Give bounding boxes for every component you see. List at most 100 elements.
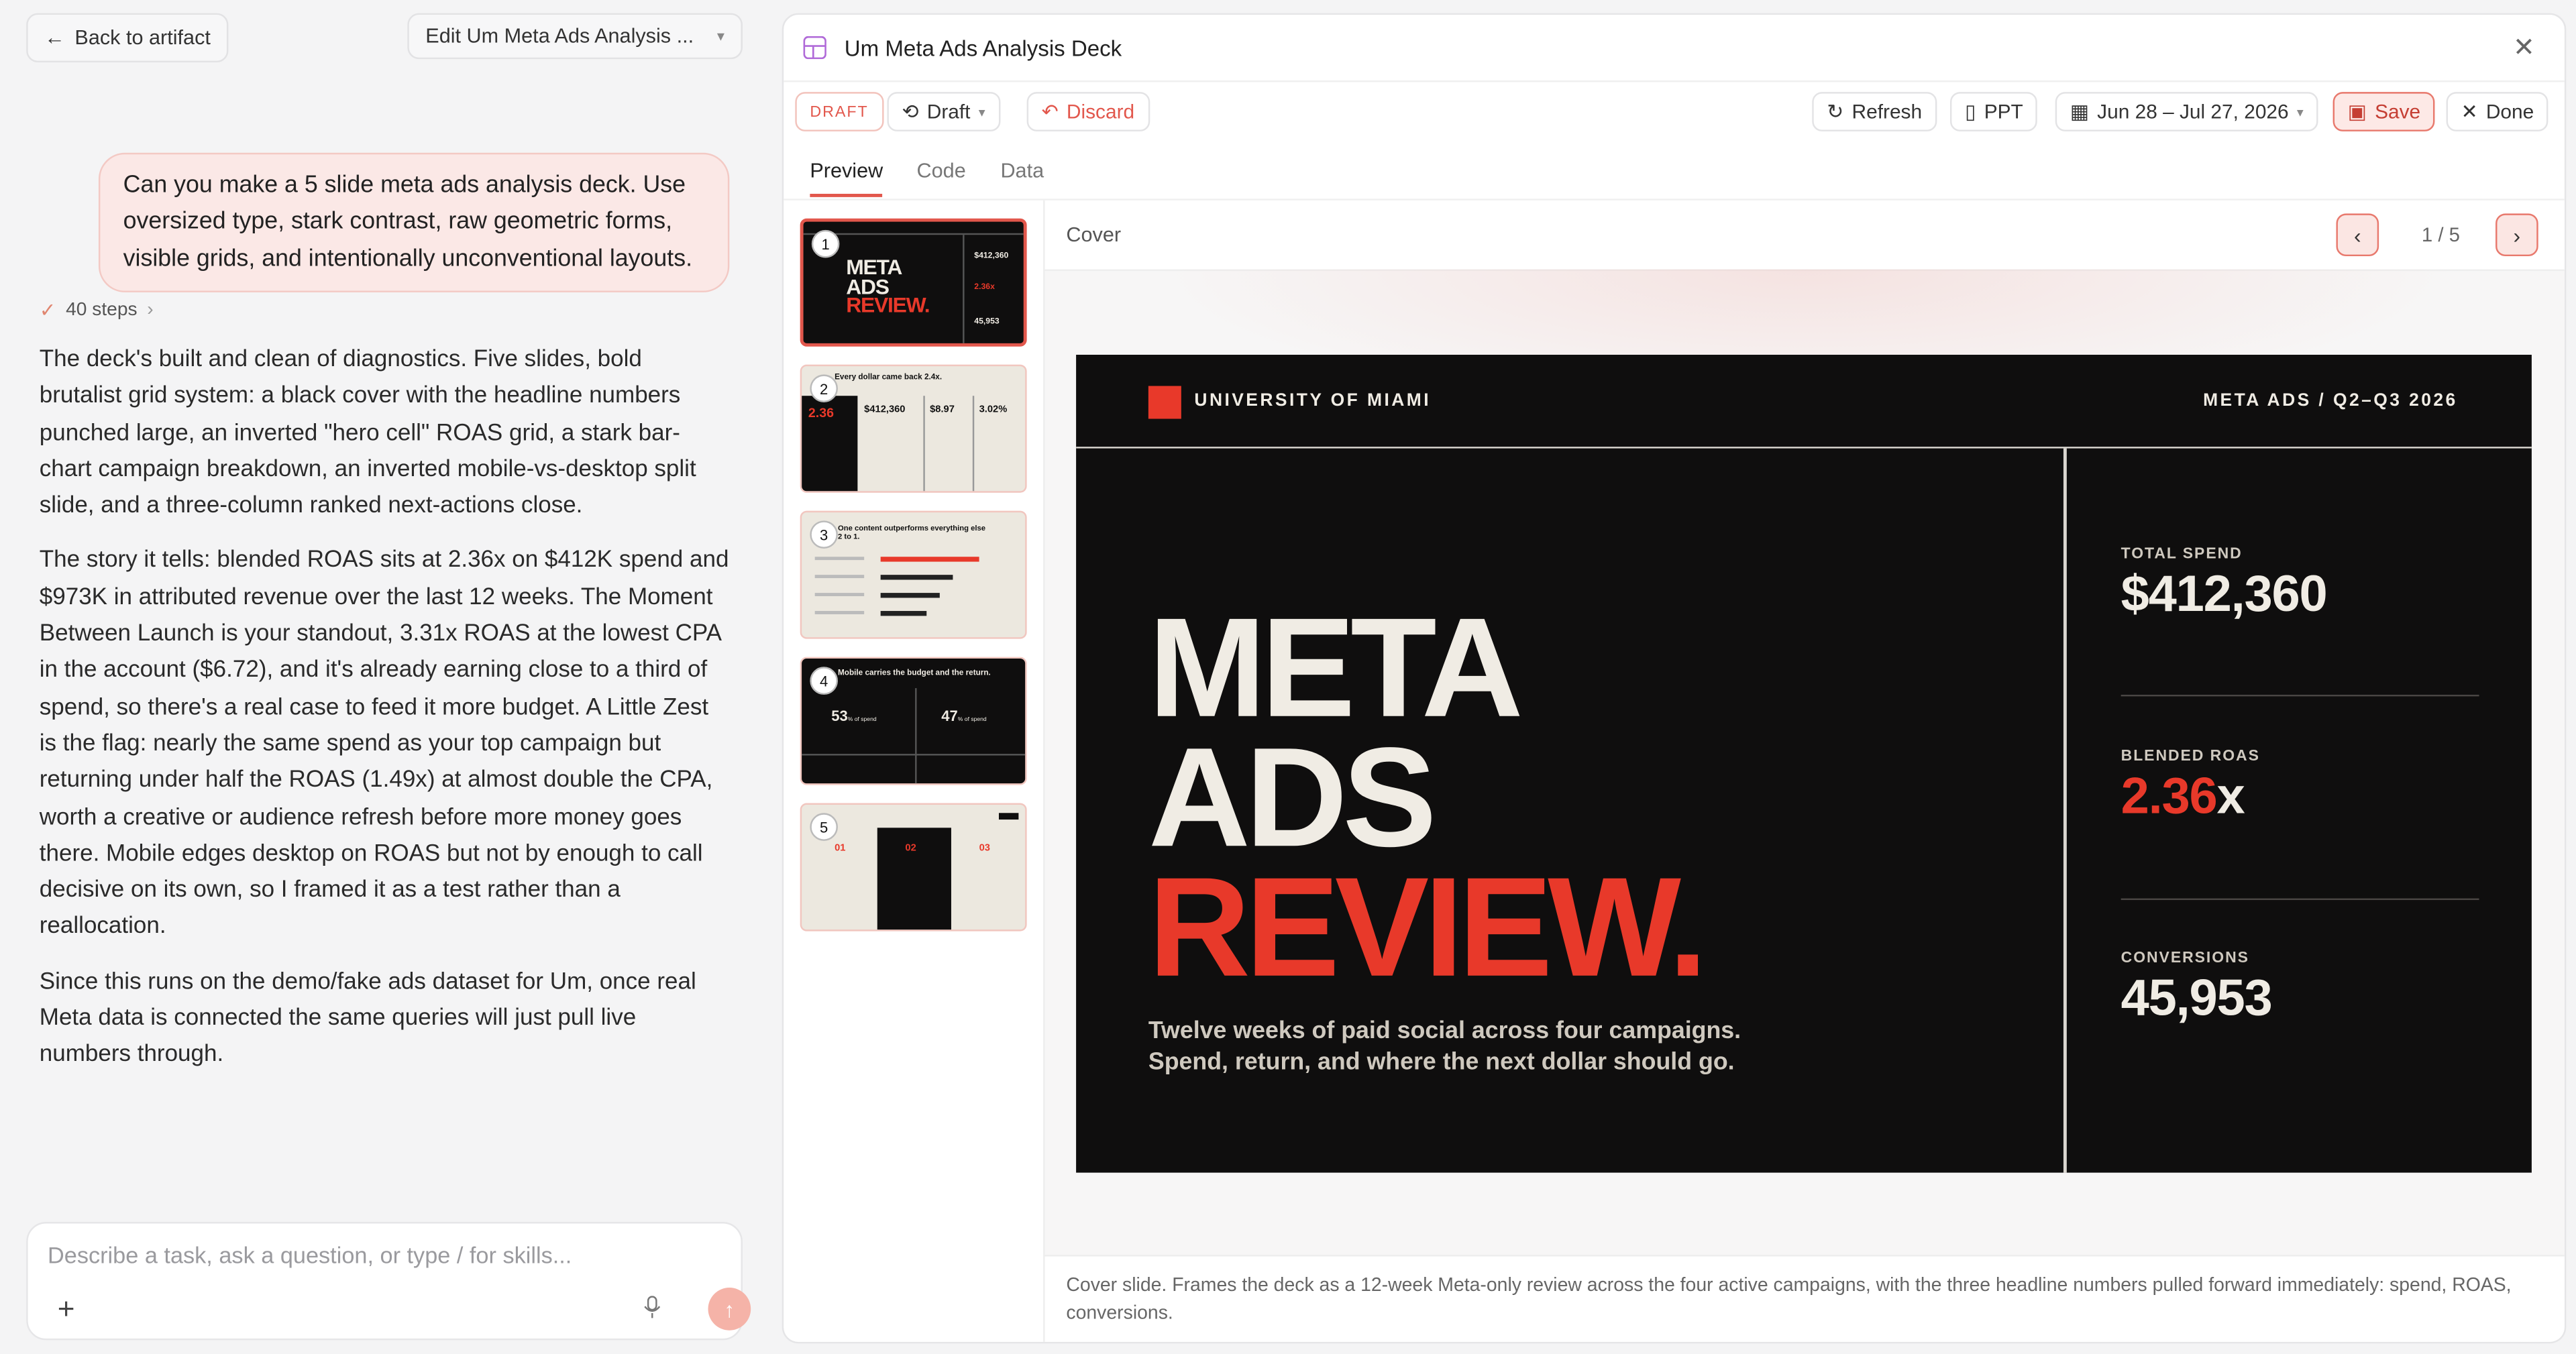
reply-paragraph: The deck's built and clean of diagnostic…: [39, 346, 696, 520]
thumb-suffix: % of spend: [957, 716, 987, 723]
artifact-header: Um Meta Ads Analysis Deck ✕: [784, 15, 2565, 82]
thumb-rank: 02: [905, 844, 916, 854]
thumbnail-slide-2[interactable]: 2 Every dollar came back 2.4x. 2.36 $412…: [800, 364, 1027, 493]
edit-artifact-dropdown[interactable]: Edit Um Meta Ads Analysis ... ▾: [407, 13, 743, 60]
undo-icon: ↶: [1041, 100, 1059, 123]
prev-slide-button[interactable]: ‹: [2336, 213, 2379, 257]
headline-line: META: [1148, 589, 1523, 748]
thumb-stat: $412,360: [864, 405, 906, 416]
roas-suffix: x: [2216, 767, 2245, 825]
chevron-right-icon: ›: [2513, 222, 2521, 247]
thumbnail-slide-5[interactable]: 5 01 02 03: [800, 803, 1027, 932]
date-range-label: Jun 28 – Jul 27, 2026: [2097, 100, 2289, 123]
discard-button[interactable]: ↶ Discard: [1026, 92, 1150, 131]
artifact-tabs: Preview Code Data: [784, 153, 2565, 201]
check-icon: ✓: [39, 298, 56, 323]
thumb-suffix: % of spend: [847, 716, 877, 723]
subtitle-line: Spend, return, and where the next dollar…: [1148, 1049, 1735, 1076]
arrow-left-icon: ←: [44, 26, 65, 50]
composer: Describe a task, ask a question, or type…: [26, 1222, 751, 1341]
slide-divider: [2063, 448, 2067, 1173]
artifact-panel: Um Meta Ads Analysis Deck ✕ DRAFT ⟲ Draf…: [782, 13, 2567, 1344]
stat-value: 45,953: [2121, 968, 2273, 1027]
artifact-title: Um Meta Ads Analysis Deck: [844, 36, 1122, 61]
back-label: Back to artifact: [74, 26, 211, 50]
chevron-down-icon: ▾: [716, 27, 725, 44]
refresh-label: Refresh: [1851, 100, 1923, 123]
slide-org: UNIVERSITY OF MIAMI: [1194, 390, 1432, 411]
file-icon: ▯: [1965, 100, 1976, 123]
close-icon[interactable]: ✕: [2513, 32, 2535, 64]
microphone-icon[interactable]: [643, 1296, 662, 1318]
arrow-up-icon: ↑: [724, 1296, 735, 1322]
thumb-number: 4: [810, 667, 838, 695]
thumb-stat: 45,953: [974, 317, 1000, 327]
calendar-icon: ▦: [2070, 100, 2089, 123]
status-badge: DRAFT: [795, 92, 883, 131]
thumb-stat: 2.36: [808, 405, 835, 420]
thumb-title: Every dollar came back 2.4x.: [835, 374, 943, 383]
stat-value: $412,360: [2121, 565, 2328, 623]
reply-paragraph: The story it tells: blended ROAS sits at…: [39, 547, 729, 940]
thumb-number: 3: [810, 520, 838, 549]
stat-blended-roas: BLENDED ROAS 2.36x: [2121, 746, 2260, 826]
thumb-stat: $412,360: [974, 251, 1009, 262]
thumbnail-slide-1[interactable]: 1 META ADS REVIEW. $412,360 2.36x 45,953: [800, 218, 1027, 347]
caption-text: Cover slide. Frames the deck as a 12-wee…: [1066, 1274, 2512, 1324]
cover-slide: UNIVERSITY OF MIAMI META ADS / Q2–Q3 202…: [1076, 354, 2532, 1173]
discard-label: Discard: [1066, 100, 1135, 123]
thumb-rank: 01: [835, 844, 846, 854]
steps-toggle[interactable]: ✓ 40 steps ›: [40, 299, 154, 322]
user-message: Can you make a 5 slide meta ads analysis…: [98, 152, 730, 292]
tab-preview[interactable]: Preview: [810, 160, 883, 197]
save-button[interactable]: ▣ Save: [2332, 92, 2436, 131]
stat-total-spend: TOTAL SPEND $412,360: [2121, 543, 2328, 624]
thumb-stat: 2.36x: [974, 282, 995, 292]
headline-line: ADS: [1148, 719, 1437, 877]
thumb-rank: 03: [979, 844, 990, 854]
save-label: Save: [2375, 100, 2421, 123]
version-dropdown[interactable]: ⟲ Draft ▾: [887, 92, 1000, 131]
send-button[interactable]: ↑: [708, 1288, 751, 1331]
stat-label: TOTAL SPEND: [2121, 543, 2243, 562]
next-slide-button[interactable]: ›: [2496, 213, 2538, 257]
thumb-stat: $8.97: [930, 405, 955, 416]
logo-square: [1148, 386, 1181, 419]
thumb-number: 5: [810, 813, 838, 841]
refresh-button[interactable]: ↻ Refresh: [1812, 92, 1937, 131]
add-attachment-icon[interactable]: +: [58, 1292, 75, 1327]
tab-data[interactable]: Data: [1000, 160, 1044, 194]
back-to-artifact-button[interactable]: ← Back to artifact: [26, 13, 229, 63]
version-label: Draft: [926, 100, 971, 123]
done-label: Done: [2485, 100, 2534, 123]
history-icon: ⟲: [902, 100, 919, 123]
thumb-title: Mobile carries the budget and the return…: [837, 670, 991, 679]
ppt-label: PPT: [1984, 100, 2023, 123]
date-range-picker[interactable]: ▦ Jun 28 – Jul 27, 2026 ▾: [2055, 92, 2318, 131]
reply-paragraph: Since this runs on the demo/fake ads dat…: [39, 968, 696, 1068]
slide-caption: Cover slide. Frames the deck as a 12-wee…: [1044, 1255, 2565, 1342]
stat-divider: [2121, 898, 2479, 901]
tab-code[interactable]: Code: [917, 160, 966, 194]
refresh-icon: ↻: [1827, 100, 1844, 123]
thumb-number: 2: [810, 374, 838, 403]
thumbnail-slide-3[interactable]: 3 One content outperforms everything els…: [800, 510, 1027, 639]
artifact-toolbar: DRAFT ⟲ Draft ▾ ↶ Discard ↻ Refresh ▯ PP…: [784, 87, 2565, 139]
slide-subtitle: Twelve weeks of paid social across four …: [1148, 1017, 1872, 1079]
subtitle-line: Twelve weeks of paid social across four …: [1148, 1018, 1741, 1045]
chevron-left-icon: ‹: [2353, 222, 2361, 247]
composer-input[interactable]: Describe a task, ask a question, or type…: [48, 1241, 572, 1267]
done-button[interactable]: ✕ Done: [2446, 92, 2549, 131]
thumb-stat: 3.02%: [979, 405, 1008, 416]
roas-number: 2.36: [2121, 767, 2218, 825]
slide-viewer: Cover ‹ 1 / 5 › UNIVERSITY OF MIAMI META…: [1044, 200, 2565, 1342]
chevron-right-icon: ›: [147, 300, 154, 321]
headline-line: REVIEW.: [1148, 849, 1708, 1007]
page-indicator: 1 / 5: [2421, 223, 2461, 247]
slide-tag: META ADS / Q2–Q3 2026: [2203, 390, 2458, 411]
close-icon: ✕: [2461, 100, 2478, 123]
ppt-export-button[interactable]: ▯ PPT: [1949, 92, 2038, 131]
thumbnail-slide-4[interactable]: 4 Mobile carries the budget and the retu…: [800, 657, 1027, 785]
stat-value: 2.36x: [2121, 767, 2260, 826]
thumb-number: 1: [811, 229, 840, 258]
